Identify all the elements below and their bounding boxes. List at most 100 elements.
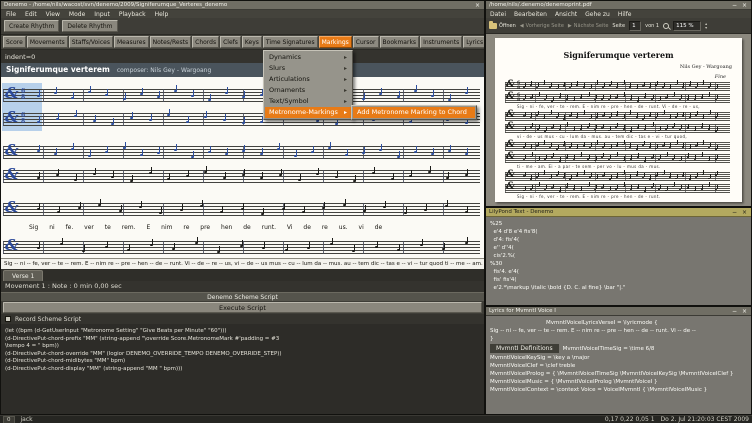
- note[interactable]: [241, 117, 245, 124]
- note[interactable]: [172, 243, 176, 250]
- staff[interactable]: &: [3, 199, 480, 216]
- zoom-level-input[interactable]: [673, 20, 702, 31]
- note[interactable]: [122, 93, 126, 100]
- note[interactable]: [242, 91, 246, 98]
- note[interactable]: [316, 115, 320, 122]
- note[interactable]: [148, 114, 152, 121]
- note[interactable]: [223, 114, 227, 121]
- definitions-title[interactable]: MvmntI Definitions: [490, 344, 559, 353]
- page-number-input[interactable]: [629, 20, 642, 31]
- create-rhythm-button[interactable]: Create Rhythm: [4, 20, 60, 32]
- note[interactable]: [208, 146, 212, 153]
- note[interactable]: [278, 169, 282, 176]
- staff[interactable]: & 6 8: [3, 85, 480, 102]
- denemo-titlebar[interactable]: Denemo - /home/nils/wacost/svn/denemo/20…: [1, 1, 484, 10]
- note[interactable]: [334, 171, 338, 178]
- note[interactable]: [127, 244, 131, 251]
- zoom-spinner[interactable]: ▴ ▾: [705, 21, 707, 30]
- note[interactable]: [310, 146, 314, 153]
- note[interactable]: [465, 87, 468, 94]
- note[interactable]: [447, 94, 451, 101]
- note[interactable]: [427, 166, 431, 173]
- lyrics-text-view[interactable]: MvmntIVoiceILyricsVerseI = \lyricmode { …: [486, 316, 751, 414]
- note[interactable]: [37, 203, 40, 210]
- note[interactable]: [55, 169, 59, 176]
- note[interactable]: [301, 206, 305, 213]
- cmd-score[interactable]: Score: [3, 36, 26, 48]
- lilypond-titlebar[interactable]: LilyPond Text - Denemo − ×: [486, 208, 751, 217]
- note[interactable]: [261, 208, 265, 215]
- close-icon[interactable]: ×: [474, 2, 481, 9]
- cmd-lyrics[interactable]: Lyrics: [463, 36, 484, 48]
- pdf-titlebar[interactable]: /home/nils/.denemo/denemoprint.pdf − ×: [486, 1, 751, 10]
- note[interactable]: [465, 169, 468, 176]
- note[interactable]: [352, 245, 356, 252]
- note[interactable]: [362, 93, 366, 100]
- note[interactable]: [328, 142, 332, 149]
- note[interactable]: [138, 201, 142, 208]
- menu-hilfe[interactable]: Hilfe: [618, 11, 632, 18]
- note[interactable]: [173, 144, 177, 151]
- note[interactable]: [293, 150, 297, 157]
- staff[interactable]: &: [3, 166, 480, 183]
- note[interactable]: [104, 241, 108, 248]
- note[interactable]: [194, 237, 198, 244]
- menu-item-add-metronome-marking[interactable]: Add Metronome Marking to Chord: [353, 107, 475, 118]
- note[interactable]: [148, 167, 152, 174]
- note[interactable]: [139, 88, 143, 95]
- staff[interactable]: &: [3, 237, 480, 254]
- menu-input[interactable]: Input: [94, 11, 110, 18]
- menu-file[interactable]: File: [6, 11, 16, 18]
- note[interactable]: [239, 240, 243, 247]
- note[interactable]: [424, 204, 428, 211]
- pdf-content-area[interactable]: Signiferumque verterem Nils Gey - Wargoa…: [486, 34, 751, 206]
- close-icon[interactable]: ×: [741, 2, 748, 9]
- menu-gehe-zu[interactable]: Gehe zu: [585, 11, 610, 18]
- note[interactable]: [329, 238, 333, 245]
- menu-playback[interactable]: Playback: [119, 11, 146, 18]
- note[interactable]: [334, 118, 338, 125]
- cmd-cursor[interactable]: Cursor: [352, 36, 379, 48]
- note[interactable]: [307, 242, 311, 249]
- note[interactable]: [413, 146, 417, 153]
- staff[interactable]: &: [3, 142, 480, 159]
- note[interactable]: [465, 117, 468, 124]
- note[interactable]: [225, 87, 229, 94]
- note[interactable]: [345, 149, 349, 156]
- note[interactable]: [465, 148, 468, 155]
- note[interactable]: [465, 237, 468, 244]
- note[interactable]: [242, 145, 246, 152]
- cmd-measures[interactable]: Measures: [113, 36, 149, 48]
- close-icon[interactable]: ×: [741, 308, 748, 315]
- note[interactable]: [444, 200, 448, 207]
- workspace-indicator[interactable]: 0: [3, 415, 15, 423]
- note[interactable]: [167, 109, 171, 116]
- note[interactable]: [362, 147, 366, 154]
- note[interactable]: [284, 244, 288, 251]
- note[interactable]: [353, 175, 357, 182]
- cmd-instruments[interactable]: Instruments: [420, 36, 463, 48]
- menu-item-slurs[interactable]: Slurs ▸: [265, 63, 351, 74]
- note[interactable]: [88, 150, 92, 157]
- note[interactable]: [130, 175, 134, 182]
- verse-text-line[interactable]: Sig -- ni -- fe, ver -- te -- rem. E -- …: [1, 258, 484, 269]
- note[interactable]: [156, 147, 160, 154]
- minimize-icon[interactable]: −: [731, 209, 738, 216]
- note[interactable]: [167, 173, 171, 180]
- note[interactable]: [208, 94, 212, 101]
- note[interactable]: [149, 239, 153, 246]
- note[interactable]: [465, 206, 468, 213]
- cmd-clefs[interactable]: Clefs: [220, 36, 241, 48]
- note[interactable]: [54, 87, 58, 94]
- note[interactable]: [118, 205, 122, 212]
- note[interactable]: [413, 85, 417, 92]
- note[interactable]: [220, 206, 224, 213]
- note[interactable]: [54, 148, 58, 155]
- note[interactable]: [37, 116, 40, 123]
- note[interactable]: [59, 238, 63, 245]
- cmd-staffs-voices[interactable]: Staffs/Voices: [68, 36, 113, 48]
- menu-view[interactable]: View: [46, 11, 60, 18]
- note[interactable]: [430, 90, 434, 97]
- cmd-chords[interactable]: Chords: [192, 36, 220, 48]
- menu-item-metronome-markings[interactable]: Metronome-Markings ▸: [265, 107, 351, 118]
